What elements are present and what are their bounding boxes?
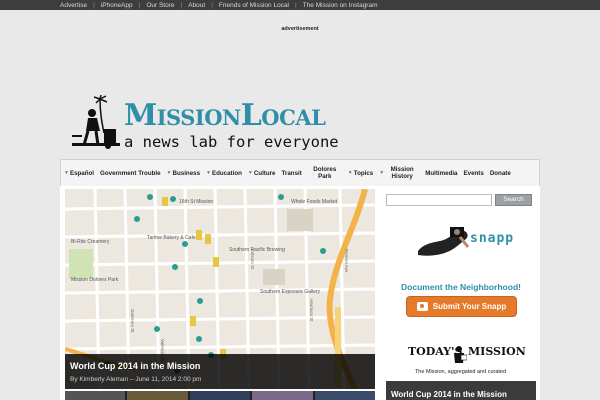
todays-mission-tagline: The Mission, aggregated and curated (414, 369, 507, 375)
nav-item[interactable]: ▼ Topics (345, 170, 376, 177)
nav-item-label: Business (172, 169, 201, 177)
feature-byline: By Kimberly Aleman – June 11, 2014 2:00 … (70, 376, 202, 383)
document-neighborhood-heading: Document the Neighborhood! (401, 282, 521, 292)
nav-item[interactable]: Donate (487, 170, 514, 177)
newsboy-icon (454, 346, 467, 363)
advertisement-label: advertisement (281, 26, 319, 32)
search-input[interactable] (386, 194, 492, 206)
caret-down-icon: ▼ (166, 169, 172, 176)
map-label: 16th St Mission (179, 199, 213, 205)
nav-item-label: Dolores Park (313, 166, 337, 180)
logo-figure-icon[interactable] (70, 95, 122, 151)
feature-caption-overlay (65, 354, 375, 389)
map-label: Tartine Bakery & Cafe (147, 235, 196, 241)
caret-down-icon: ▼ (347, 169, 353, 176)
topbar-separator: | (211, 1, 213, 9)
map-label: Harrison St (309, 299, 314, 322)
sidebar-story-title[interactable]: World Cup 2014 in the Mission (391, 390, 507, 399)
caret-down-icon: ▼ (379, 169, 385, 176)
nav-item[interactable]: ▼ Español (61, 170, 97, 177)
snapp-brand: snapp (470, 231, 515, 246)
nav-item-label: Español (69, 169, 95, 177)
thumbnail[interactable] (127, 391, 188, 400)
top-bar: Advertise | iPhoneApp | Our Store | About | Frie… (0, 0, 600, 10)
map-label: Southern Exposure Gallery (260, 289, 321, 295)
caret-down-icon: ▼ (64, 169, 69, 176)
topbar-link[interactable]: Advertise (60, 2, 87, 9)
todays-mission-logo-line: MISSION (468, 345, 526, 358)
nav-item-label: Topics (353, 169, 374, 177)
nav-item-label: Events (463, 169, 484, 177)
topbar-link[interactable]: iPhoneApp (101, 2, 133, 9)
nav-item[interactable]: ▼ Mission History (376, 166, 422, 180)
nav-item-label: Government Trouble (100, 169, 161, 177)
submit-snapp-label: Submit Your Snapp (432, 302, 507, 311)
topbar-link[interactable]: About (188, 2, 205, 9)
snapp-photographer-icon (418, 227, 470, 256)
map-label: Folsom St (250, 249, 255, 270)
nav-item[interactable]: Government Trouble (97, 170, 164, 177)
camera-icon (416, 302, 428, 311)
nav-item-label: Multimedia (425, 169, 458, 177)
nav-item[interactable]: Transit (279, 170, 305, 177)
topbar-link[interactable]: Friends of Mission Local (219, 2, 289, 9)
nav-item-label: Culture (253, 169, 276, 177)
thumbnail[interactable] (314, 391, 376, 400)
map-label: Southern Pacific Brewing (229, 247, 285, 253)
nav-item-label: Education (211, 169, 242, 177)
main-nav: ▼ Español Government Trouble ▼ Business ▼ Educ… (60, 159, 540, 187)
nav-item[interactable]: Events (461, 170, 487, 177)
nav-item-label: Donate (489, 169, 511, 177)
thumbnail[interactable] (252, 391, 313, 400)
nav-item[interactable]: Dolores Park (305, 166, 345, 180)
map-label: Bi-Rite Creamery (71, 239, 110, 245)
topbar-separator: | (138, 1, 141, 9)
map-label: Guerrero St (130, 309, 135, 333)
feature-thumbnails (65, 391, 376, 400)
nav-item[interactable]: ▼ Culture (245, 170, 279, 177)
topbar-separator: | (295, 1, 297, 9)
caret-down-icon: ▼ (247, 169, 253, 176)
topbar-link[interactable]: The Mission on Instagram (303, 2, 378, 9)
site-logo-title[interactable]: MissionLocal (124, 101, 326, 131)
nav-item-label: Transit (281, 169, 302, 177)
map-label: Potrero Ave (344, 249, 349, 273)
map-label: Whole Foods Market (291, 199, 338, 205)
nav-item[interactable]: Multimedia (422, 170, 460, 177)
topbar-separator: | (180, 1, 183, 9)
map-label: Mission Dolores Park (71, 277, 119, 283)
feature-title[interactable]: World Cup 2014 in the Mission (70, 361, 200, 371)
submit-snapp-button[interactable]: Submit Your Snapp (406, 296, 517, 317)
nav-item-label: Mission History (390, 166, 414, 180)
topbar-separator: | (93, 1, 95, 9)
thumbnail[interactable] (189, 391, 251, 400)
nav-item[interactable]: ▼ Business (164, 170, 203, 177)
topbar-link[interactable]: Our Store (146, 2, 174, 9)
thumbnail[interactable] (65, 391, 126, 400)
search-button[interactable]: Search (495, 194, 532, 206)
caret-down-icon: ▼ (206, 169, 211, 176)
site-tagline: a news lab for everyone (124, 133, 339, 151)
nav-item[interactable]: ▼ Education (203, 170, 245, 177)
